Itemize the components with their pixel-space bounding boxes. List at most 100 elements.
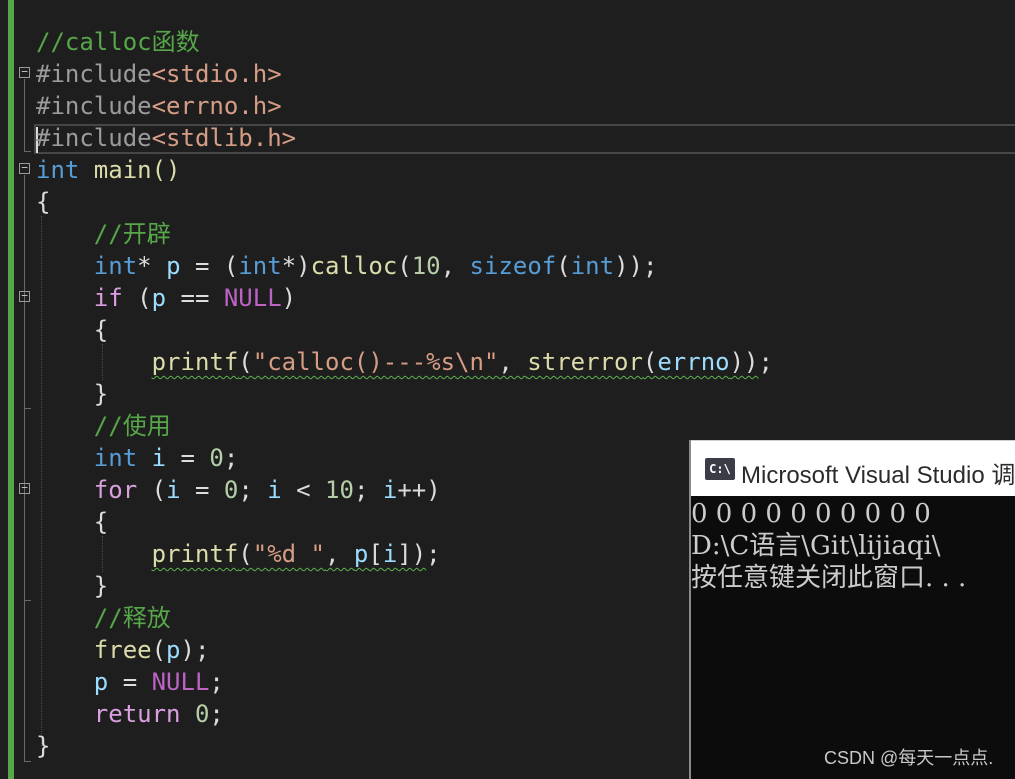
code-token: "%d " [252, 540, 325, 568]
code-token: < [281, 476, 326, 504]
code-line[interactable]: } [36, 570, 108, 602]
code-token: p [151, 284, 167, 312]
code-line[interactable]: printf("calloc()---%s\n", strerror(errno… [36, 346, 773, 378]
code-token: , [440, 252, 470, 280]
code-token: <errno.h> [151, 92, 282, 120]
code-line[interactable]: p = NULL; [36, 666, 224, 698]
code-line[interactable]: return 0; [36, 698, 224, 730]
fold-toggle-icon[interactable]: − [19, 482, 30, 494]
fold-region-end [24, 600, 31, 601]
fold-toggle-icon[interactable]: − [19, 290, 30, 302]
code-line[interactable]: //calloc函数 [36, 26, 200, 58]
code-token: #include [36, 60, 152, 88]
code-token: i [166, 476, 181, 504]
console-app-icon: C:\ [705, 458, 735, 480]
code-token: free [93, 636, 152, 664]
console-title-bar[interactable]: C:\ Microsoft Visual Studio 调试控制台 [691, 440, 1015, 496]
code-token: #include [36, 124, 152, 152]
code-line[interactable]: if (p == NULL) [36, 282, 296, 314]
fold-toggle-icon[interactable]: − [19, 162, 30, 174]
code-token: )) [729, 348, 759, 376]
code-line[interactable]: #include<errno.h> [36, 90, 282, 122]
code-token: p [166, 252, 181, 280]
fold-region-line [24, 495, 25, 600]
code-token: //开辟 [93, 220, 171, 248]
code-token: NULL [223, 284, 282, 312]
code-token: i [382, 540, 398, 568]
code-token: , [498, 348, 528, 376]
code-token: sizeof [469, 252, 557, 280]
code-line[interactable]: int main() [36, 154, 181, 186]
code-line[interactable]: } [36, 378, 108, 410]
code-token: 10 [411, 252, 441, 280]
change-tracking-bar [8, 0, 14, 779]
code-line[interactable]: //使用 [36, 410, 171, 442]
code-token: 0 [223, 476, 239, 504]
console-title: Microsoft Visual Studio 调试控制台 [741, 462, 1015, 489]
fold-region-line [24, 303, 25, 408]
code-token: ( [556, 252, 571, 280]
code-token: = [180, 476, 224, 504]
code-token: i [151, 444, 167, 472]
code-line[interactable]: free(p); [36, 634, 210, 666]
code-token: "calloc()---%s\n" [252, 348, 499, 376]
code-token: p [353, 540, 369, 568]
code-line[interactable]: { [36, 186, 50, 218]
code-line[interactable]: { [36, 314, 108, 346]
code-token: ( [238, 348, 253, 376]
code-token: ); [180, 636, 210, 664]
code-token: for [93, 476, 138, 504]
code-token: 0 [194, 700, 210, 728]
code-token: calloc [310, 252, 398, 280]
code-token: { [36, 508, 109, 536]
code-token: ; [209, 668, 224, 696]
code-token: ( [238, 540, 253, 568]
csdn-watermark: CSDN @每天一点点. [824, 748, 994, 768]
code-token: ( [397, 252, 412, 280]
code-token: [ [368, 540, 383, 568]
code-token: ]) [397, 540, 427, 568]
code-token: ; [223, 444, 239, 472]
code-token: = [166, 444, 210, 472]
code-token: p [166, 636, 181, 664]
code-token: printf [151, 348, 239, 376]
code-line[interactable]: int* p = (int*)calloc(10, sizeof(int)); [36, 250, 658, 282]
code-line[interactable]: printf("%d ", p[i]); [36, 538, 441, 570]
code-token: NULL [151, 668, 210, 696]
code-token: i [267, 476, 282, 504]
code-line[interactable]: int i = 0; [36, 442, 239, 474]
code-token: int [93, 444, 138, 472]
code-line[interactable]: //释放 [36, 602, 171, 634]
code-token: 10 [325, 476, 354, 504]
console-output-line: 按任意键关闭此窗口. . . [691, 563, 967, 593]
code-line[interactable]: #include<stdlib.h> [36, 122, 296, 154]
debug-console-window[interactable]: C:\ Microsoft Visual Studio 调试控制台 0 0 0 … [689, 440, 1015, 779]
fold-region-line [24, 175, 25, 761]
code-token: ; [209, 700, 224, 728]
code-token: main() [79, 156, 181, 184]
fold-region-end [24, 151, 31, 152]
fold-toggle-icon[interactable]: − [19, 66, 30, 78]
code-line[interactable]: { [36, 506, 108, 538]
code-line[interactable]: //开辟 [36, 218, 171, 250]
code-line[interactable]: } [36, 730, 50, 762]
code-token: ) [281, 284, 297, 312]
code-token: //释放 [93, 604, 171, 632]
code-editor[interactable]: − − − − //calloc函数 #include<stdio.h> #incl… [0, 0, 1015, 779]
code-token: errno [657, 348, 730, 376]
code-token: ; [758, 348, 773, 376]
code-line[interactable]: #include<stdio.h> [36, 58, 282, 90]
code-token: ( [122, 284, 152, 312]
code-line[interactable]: for (i = 0; i < 10; i++) [36, 474, 441, 506]
code-token: } [36, 572, 109, 600]
fold-region-end [24, 761, 31, 762]
code-token: ( [642, 348, 658, 376]
